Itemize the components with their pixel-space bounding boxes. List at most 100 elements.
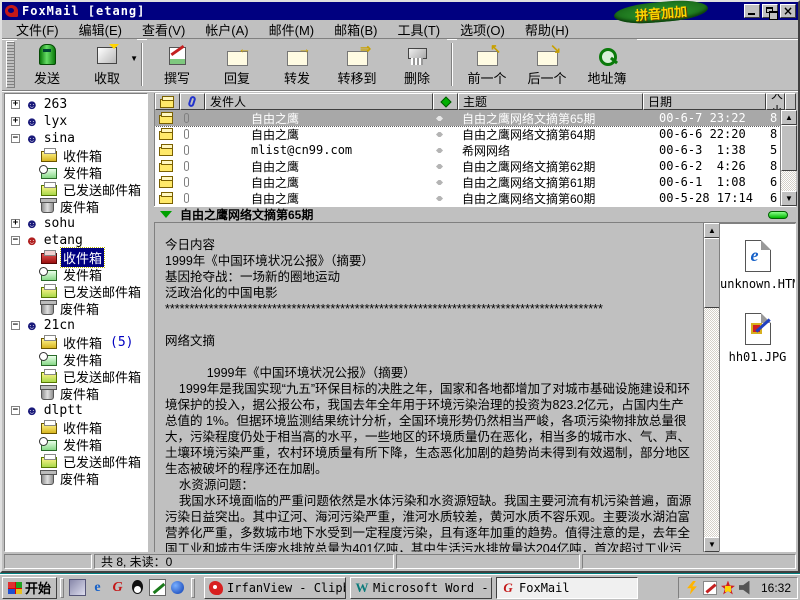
mail-row[interactable]: 自由之鹰自由之鹰网络文摘第61期00-6-1 1:086. <box>155 174 780 190</box>
tree-expander[interactable]: + <box>11 219 20 228</box>
speaker-icon[interactable] <box>739 581 753 595</box>
toolbar-grip[interactable] <box>6 41 15 88</box>
sidebar-item-发件箱[interactable]: 发件箱 <box>5 351 147 368</box>
menu-item[interactable]: 查看(V) <box>132 19 195 40</box>
toolbar-next-button[interactable]: 后一个 <box>517 39 577 90</box>
tree-expander[interactable]: − <box>11 134 20 143</box>
sidebar-account-sohu[interactable]: +☻sohu <box>5 215 147 232</box>
tree-expander[interactable]: − <box>11 321 20 330</box>
scroll-thumb[interactable] <box>781 125 797 171</box>
mail-list-scrollbar[interactable]: ▲ ▼ <box>780 110 796 206</box>
ime-star-icon[interactable] <box>721 581 735 595</box>
qq-icon[interactable] <box>129 579 146 596</box>
attachment-item[interactable]: unknown.HTM <box>720 240 795 291</box>
toolbar-button-label: 收取 <box>94 68 120 87</box>
start-button[interactable]: 开始 <box>2 577 57 599</box>
sidebar-item-收件箱[interactable]: 收件箱 <box>5 249 147 266</box>
menu-item[interactable]: 工具(T) <box>387 19 450 40</box>
close-button[interactable]: × <box>780 4 796 18</box>
restore-button[interactable] <box>762 4 778 18</box>
sidebar-account-lyx[interactable]: +☻lyx <box>5 113 147 130</box>
sidebar-item-收件箱[interactable]: 收件箱(5) <box>5 334 147 351</box>
column-header-sender[interactable]: 发件人 <box>205 93 433 110</box>
toolbar-address-book-button[interactable]: 地址簿 <box>577 39 637 90</box>
preview-scrollbar[interactable]: ▲ ▼ <box>703 223 719 552</box>
lightning-icon[interactable] <box>685 581 699 595</box>
mail-row[interactable]: 自由之鹰自由之鹰网络文摘第62期00-6-2 4:268. <box>155 158 780 174</box>
mail-row[interactable]: 自由之鹰自由之鹰网络文摘第60期00-5-28 17:146. <box>155 190 780 206</box>
sidebar-account-dlptt[interactable]: −☻dlptt <box>5 402 147 419</box>
collapse-pill-button[interactable] <box>768 211 788 219</box>
column-header-date[interactable]: 日期 <box>643 93 766 110</box>
minimize-button[interactable] <box>744 4 760 18</box>
task-button-irfanview[interactable]: IrfanView - Clipb... <box>204 577 346 599</box>
task-button-foxmail[interactable]: GFoxMail <box>496 577 638 599</box>
menu-item[interactable]: 选项(O) <box>450 19 515 40</box>
sidebar-item-已发送邮件箱[interactable]: 已发送邮件箱 <box>5 453 147 470</box>
column-header-attachment[interactable] <box>180 93 205 110</box>
toolbar-delete-button[interactable]: 删除 <box>387 39 447 90</box>
sidebar-item-废件箱[interactable]: 废件箱 <box>5 385 147 402</box>
scroll-up-button[interactable]: ▲ <box>704 223 720 238</box>
sidebar-item-废件箱[interactable]: 废件箱 <box>5 470 147 487</box>
scroll-track[interactable] <box>704 308 719 537</box>
launcher-icon[interactable] <box>69 579 86 596</box>
sidebar-account-sina[interactable]: −☻sina <box>5 130 147 147</box>
menu-item[interactable]: 帮助(H) <box>515 19 579 40</box>
column-header-subject[interactable]: 主题 <box>458 93 643 110</box>
sidebar-item-收件箱[interactable]: 收件箱 <box>5 419 147 436</box>
tree-expander[interactable]: + <box>11 117 20 126</box>
sidebar-item-收件箱[interactable]: 收件箱 <box>5 147 147 164</box>
mail-row[interactable]: 自由之鹰自由之鹰网络文摘第64期00-6-6 22:208. <box>155 126 780 142</box>
toolbar-compose-button[interactable]: 撰写 <box>147 39 207 90</box>
toolbar-receive-button[interactable]: 收取 ▼ <box>77 39 137 90</box>
menu-item[interactable]: 编辑(E) <box>69 19 132 40</box>
sidebar-item-发件箱[interactable]: 发件箱 <box>5 266 147 283</box>
scroll-track[interactable] <box>781 171 796 191</box>
sidebar-item-发件箱[interactable]: 发件箱 <box>5 164 147 181</box>
date-cell: 00-6-7 23:22 <box>643 111 766 125</box>
sidebar-item-废件箱[interactable]: 废件箱 <box>5 198 147 215</box>
menu-item[interactable]: 帐户(A) <box>195 19 258 40</box>
ie-icon[interactable]: e <box>89 579 106 596</box>
compose-ql-icon[interactable] <box>149 579 166 596</box>
ime-pen-icon[interactable] <box>703 581 717 595</box>
column-header-priority[interactable] <box>433 93 458 110</box>
msn-icon[interactable] <box>169 579 186 596</box>
task-button-microsoft[interactable]: WMicrosoft Word - ... <box>350 577 492 599</box>
mail-row[interactable]: 自由之鹰自由之鹰网络文摘第65期00-6-7 23:228. <box>155 110 780 126</box>
taskbar-grip[interactable] <box>191 578 195 598</box>
taskbar-grip[interactable] <box>60 578 64 598</box>
scroll-down-button[interactable]: ▼ <box>781 191 797 206</box>
attachment-item[interactable]: hh01.JPG <box>720 313 795 364</box>
tree-expander[interactable]: − <box>11 406 20 415</box>
toolbar-move-to-button[interactable]: 转移到 <box>327 39 387 90</box>
sidebar-item-废件箱[interactable]: 废件箱 <box>5 300 147 317</box>
toolbar-forward-button[interactable]: 转发 <box>267 39 327 90</box>
dropdown-arrow-icon[interactable]: ▼ <box>130 54 138 63</box>
sidebar-item-已发送邮件箱[interactable]: 已发送邮件箱 <box>5 368 147 385</box>
title-bar[interactable]: FoxMail [etang] 拼音加加 × <box>2 2 798 20</box>
sidebar-item-发件箱[interactable]: 发件箱 <box>5 436 147 453</box>
tree-expander[interactable]: − <box>11 236 20 245</box>
sidebar-account-263[interactable]: +☻263 <box>5 96 147 113</box>
toolbar-reply-button[interactable]: 回复 <box>207 39 267 90</box>
toolbar-previous-button[interactable]: 前一个 <box>457 39 517 90</box>
menu-item[interactable]: 文件(F) <box>6 19 69 40</box>
foxmail-sm-icon[interactable]: G <box>109 579 126 596</box>
mail-row[interactable]: mlist@cn99.com希网网络00-6-3 1:385. <box>155 142 780 158</box>
tree-expander[interactable]: + <box>11 100 20 109</box>
scroll-thumb[interactable] <box>704 238 720 308</box>
menu-item[interactable]: 邮件(M) <box>259 19 325 40</box>
open-envelope-icon <box>159 163 173 172</box>
scroll-down-button[interactable]: ▼ <box>704 537 720 552</box>
menu-item[interactable]: 邮箱(B) <box>324 19 387 40</box>
sidebar-item-已发送邮件箱[interactable]: 已发送邮件箱 <box>5 181 147 198</box>
sidebar-account-etang[interactable]: −☻etang <box>5 232 147 249</box>
column-header-size[interactable]: 大小 <box>766 93 785 110</box>
column-header-read-status[interactable] <box>155 93 180 110</box>
toolbar-send-button[interactable]: 发送 <box>17 39 77 90</box>
scroll-up-button[interactable]: ▲ <box>781 110 797 125</box>
sidebar-account-21cn[interactable]: −☻21cn <box>5 317 147 334</box>
sidebar-item-已发送邮件箱[interactable]: 已发送邮件箱 <box>5 283 147 300</box>
